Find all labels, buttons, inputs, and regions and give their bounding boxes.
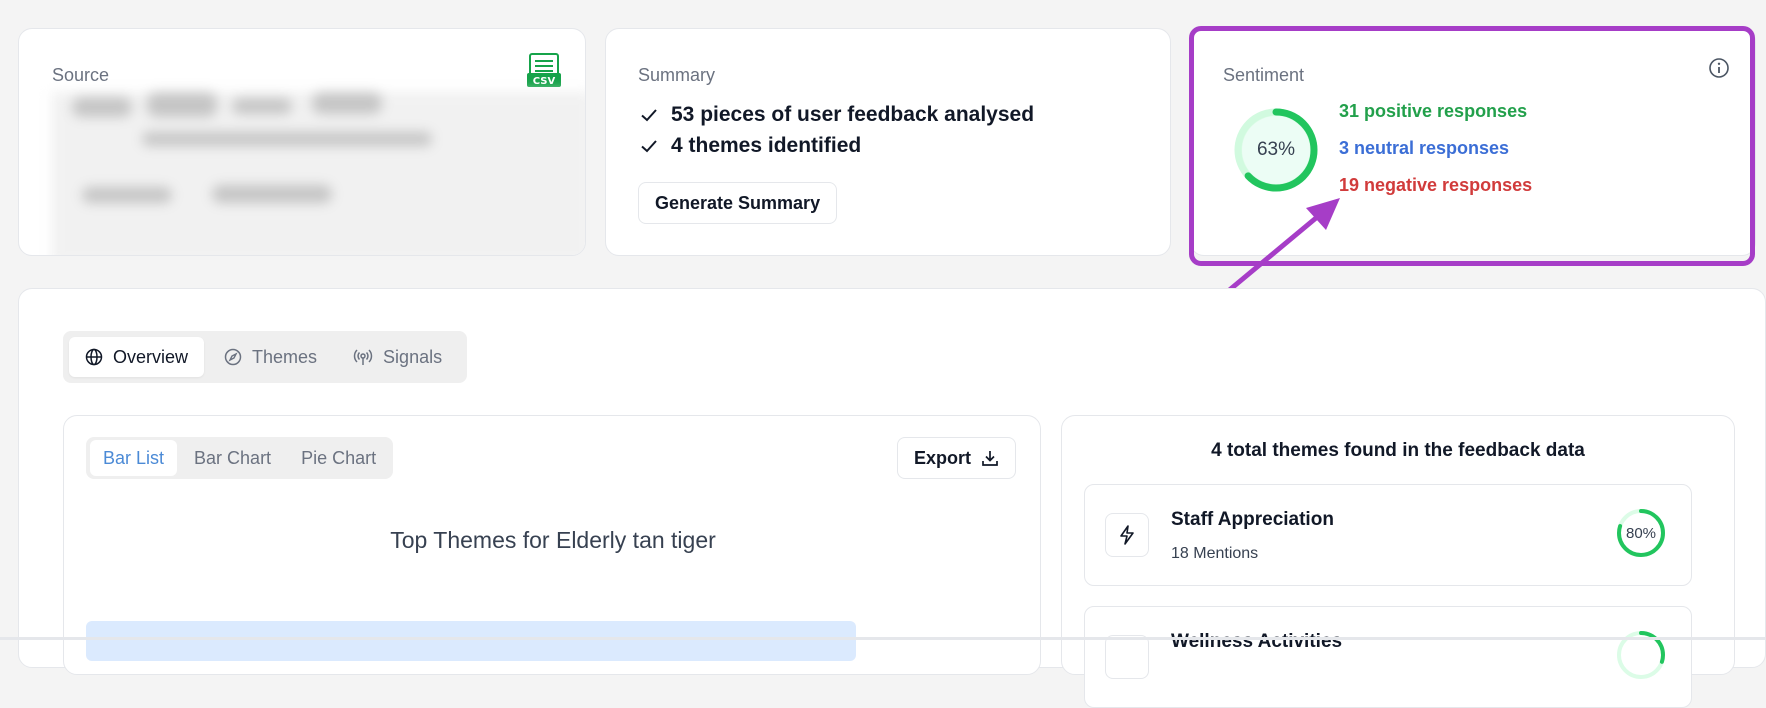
chart-title: Top Themes for Elderly tan tiger [390,527,716,553]
negative-responses: 19 negative responses [1339,175,1533,195]
themes-panel: 4 total themes found in the feedback dat… [1061,415,1735,708]
download-icon [982,451,998,466]
view-tab-pie-chart[interactable]: Pie Chart [288,440,389,476]
tab-label: Themes [252,346,318,367]
main-tabs: Overview Themes Signals [63,331,467,383]
tab-overview[interactable]: Overview [69,337,205,377]
view-tab-bar-list[interactable]: Bar List [90,440,178,476]
sentiment-card: Sentiment 63% 31 positive responses 3 ne… [1190,28,1756,256]
summary-item: 4 themes identified [639,134,861,158]
view-tab-bar-chart[interactable]: Bar Chart [181,440,284,476]
summary-item: 53 pieces of user feedback analysed [639,103,1034,127]
chart-view-tabs: Bar List Bar Chart Pie Chart [86,437,394,479]
theme-card[interactable]: Wellness Activities [1084,606,1692,708]
check-icon [641,140,657,153]
tab-label: Signals [383,346,443,367]
generate-summary-button[interactable]: Generate Summary [638,182,838,224]
source-label: Source [52,65,110,85]
theme-percent-ring: 80% [1615,507,1667,559]
lightning-icon [1105,513,1149,557]
radio-signal-icon [353,349,373,365]
tab-label: Overview [113,346,189,367]
main-panel: Overview Themes Signals Bar List Bar Cha… [18,288,1766,708]
summary-item-text: 53 pieces of user feedback analysed [671,103,1035,126]
theme-card[interactable]: Staff Appreciation 18 Mentions 80% [1084,484,1692,586]
tab-themes[interactable]: Themes [208,337,333,377]
chart-panel: Bar List Bar Chart Pie Chart Export Top … [63,415,1041,675]
csv-badge-text: CSV [533,76,556,87]
theme-name: Staff Appreciation [1171,509,1334,530]
themes-panel-title: 4 total themes found in the feedback dat… [1211,440,1585,461]
summary-item-text: 4 themes identified [671,134,862,157]
lightning-icon [1105,635,1149,679]
sentiment-label: Sentiment [1223,65,1305,85]
theme-name: Wellness Activities [1171,631,1343,652]
csv-file-icon[interactable]: CSV [527,53,561,96]
export-button[interactable]: Export [897,437,1017,479]
export-label: Export [914,447,972,468]
theme-bar [86,621,856,661]
theme-percent: 80% [1625,524,1657,542]
compass-icon [224,348,242,366]
positive-responses: 31 positive responses [1339,101,1528,121]
source-preview-blurred [52,92,585,255]
info-icon[interactable] [1708,57,1730,84]
neutral-responses: 3 neutral responses [1339,138,1510,158]
source-card: Source CSV [18,28,586,256]
theme-mentions: 18 Mentions [1171,545,1259,562]
summary-card: Summary 53 pieces of user feedback analy… [605,28,1171,256]
summary-label: Summary [638,65,716,85]
sentiment-percent: 63% [1256,139,1296,160]
globe-icon [85,348,103,366]
tab-signals[interactable]: Signals [337,337,458,377]
check-icon [641,109,657,122]
sentiment-ring: 63% [1233,107,1319,193]
